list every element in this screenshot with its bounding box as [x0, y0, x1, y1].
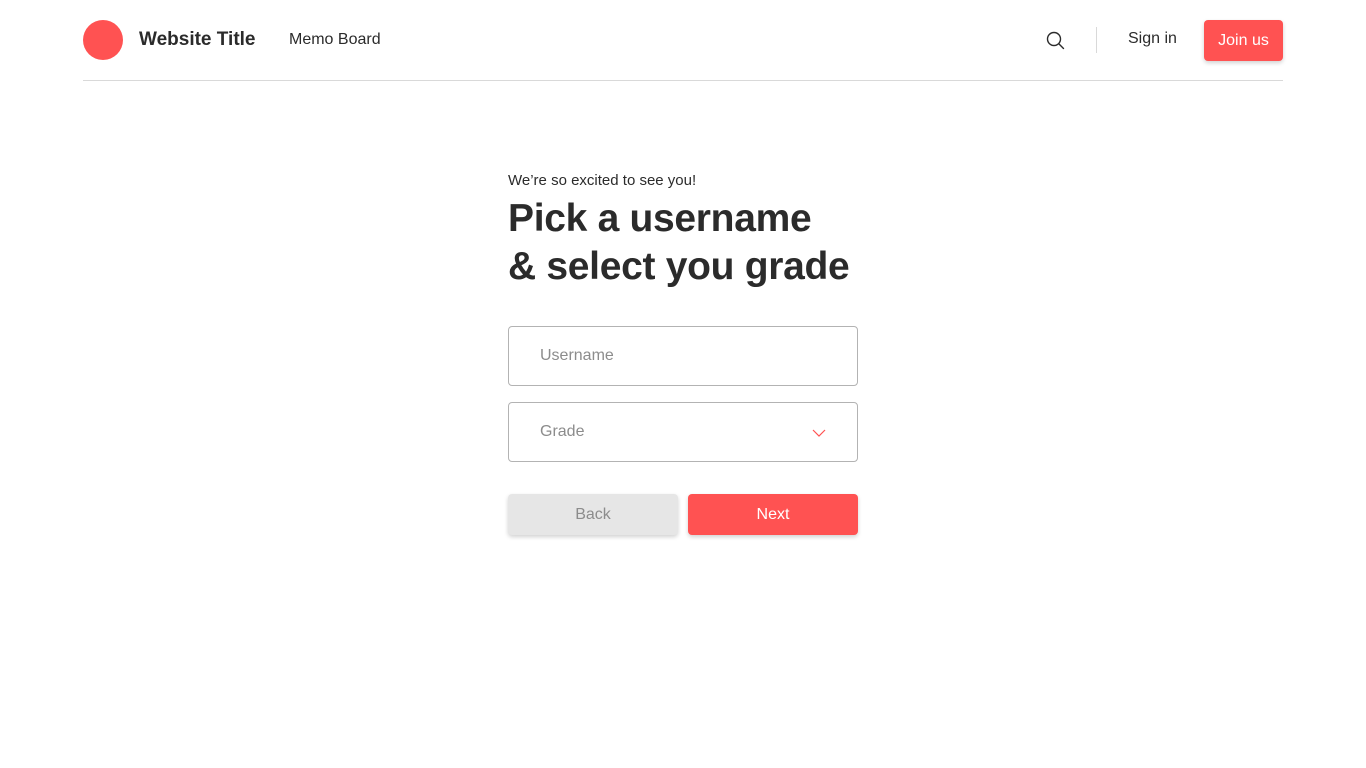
logo[interactable] — [83, 20, 123, 60]
header-divider — [1096, 27, 1097, 53]
page-title-line-1: Pick a username — [508, 197, 812, 240]
nav-link-memo-board[interactable]: Memo Board — [289, 31, 381, 49]
form-actions: Back Next — [508, 494, 858, 535]
signup-form: We’re so excited to see you! Pick a user… — [508, 171, 858, 535]
back-button[interactable]: Back — [508, 494, 678, 535]
site-title[interactable]: Website Title — [139, 29, 256, 51]
form-subtitle: We’re so excited to see you! — [508, 172, 697, 189]
chevron-down-icon — [812, 429, 826, 437]
join-us-button[interactable]: Join us — [1204, 20, 1283, 61]
grade-select[interactable]: Grade — [508, 402, 858, 462]
site-header: Website Title Memo Board Sign in Join us — [83, 0, 1283, 81]
search-button[interactable] — [1045, 30, 1067, 52]
grade-select-value: Grade — [540, 423, 585, 440]
username-input[interactable] — [509, 327, 857, 385]
search-icon — [1046, 31, 1065, 50]
page-title: Pick a username & select you grade — [508, 195, 858, 291]
sign-in-link[interactable]: Sign in — [1128, 30, 1177, 48]
page-title-line-2: & select you grade — [508, 245, 850, 288]
next-button[interactable]: Next — [688, 494, 858, 535]
username-field — [508, 326, 858, 386]
